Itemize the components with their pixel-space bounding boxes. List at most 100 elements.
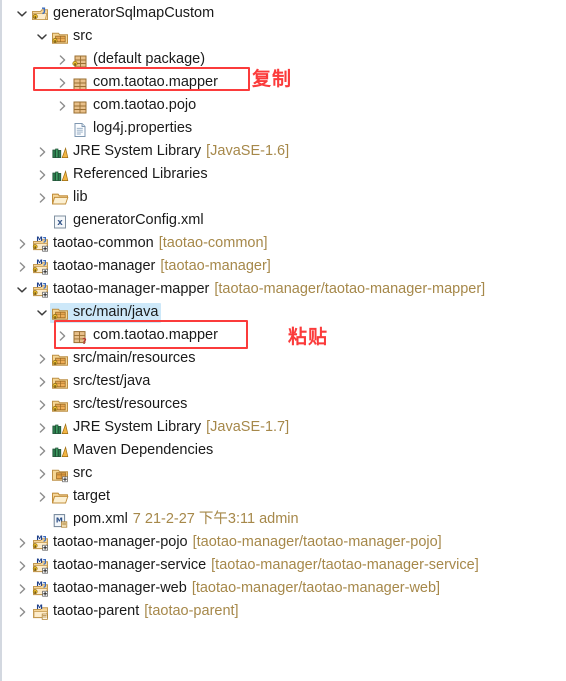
svg-text:x: x bbox=[57, 218, 63, 228]
tree-row[interactable]: Mtaotao-manager-mapper [taotao-manager/ta… bbox=[2, 278, 566, 301]
chevron-right-icon[interactable] bbox=[34, 462, 50, 485]
tree-row-label: taotao-parent bbox=[53, 603, 140, 619]
tree-row-content[interactable]: Mtaotao-manager-web [taotao-manager/taota… bbox=[30, 579, 443, 599]
tree-row-meta: [taotao-manager/taotao-manager-service] bbox=[211, 557, 479, 573]
tree-row[interactable]: JRE System Library [JavaSE-1.6] bbox=[2, 140, 566, 163]
chevron-right-icon[interactable] bbox=[54, 324, 70, 347]
chevron-right-icon[interactable] bbox=[34, 439, 50, 462]
tree-row-content[interactable]: src/test/resources bbox=[50, 395, 190, 415]
tree-row-content[interactable]: src/main/resources bbox=[50, 349, 198, 369]
tree-row-content[interactable]: com.taotao.mapper bbox=[70, 73, 221, 93]
tree-row-content[interactable]: src bbox=[50, 27, 95, 47]
properties-file-icon bbox=[71, 120, 89, 138]
chevron-right-icon[interactable] bbox=[14, 255, 30, 278]
chevron-right-icon[interactable] bbox=[54, 71, 70, 94]
tree-row[interactable]: Mtaotao-manager-service [taotao-manager/t… bbox=[2, 554, 566, 577]
chevron-down-icon[interactable] bbox=[34, 301, 50, 324]
chevron-right-icon[interactable] bbox=[14, 600, 30, 623]
tree-row[interactable]: JRE System Library [JavaSE-1.7] bbox=[2, 416, 566, 439]
tree-row-content[interactable]: Mpom.xml 7 21-2-27 下午3:11 admin bbox=[50, 510, 302, 530]
tree-row-content[interactable]: ? com.taotao.mapper bbox=[70, 326, 221, 346]
tree-row[interactable]: target bbox=[2, 485, 566, 508]
tree-row[interactable]: Mtaotao-manager [taotao-manager] bbox=[2, 255, 566, 278]
tree-row[interactable]: Maven Dependencies bbox=[2, 439, 566, 462]
tree-row[interactable]: src bbox=[2, 25, 566, 48]
tree-row-meta: [taotao-manager/taotao-manager-web] bbox=[191, 580, 441, 596]
tree-row[interactable]: com.taotao.pojo bbox=[2, 94, 566, 117]
tree-row-label: JRE System Library bbox=[73, 419, 202, 435]
tree-row-content[interactable]: Mtaotao-common [taotao-common] bbox=[30, 234, 271, 254]
tree-row-content[interactable]: (default package) bbox=[70, 50, 208, 70]
tree-row[interactable]: Mpom.xml 7 21-2-27 下午3:11 admin bbox=[2, 508, 566, 531]
tree-row[interactable]: generatorSqlmapCustom bbox=[2, 2, 566, 25]
tree-row-content[interactable]: src/main/java bbox=[50, 302, 162, 323]
tree-row-content[interactable]: target bbox=[50, 487, 113, 507]
chevron-right-icon[interactable] bbox=[34, 485, 50, 508]
tree-row-meta: [taotao-common] bbox=[158, 235, 268, 251]
chevron-down-icon[interactable] bbox=[14, 2, 30, 25]
tree-row[interactable]: src/main/java bbox=[2, 301, 566, 324]
java-project-icon bbox=[31, 5, 49, 23]
tree-row-content[interactable]: JRE System Library [JavaSE-1.6] bbox=[50, 142, 292, 162]
chevron-right-icon[interactable] bbox=[34, 186, 50, 209]
chevron-right-icon[interactable] bbox=[14, 577, 30, 600]
tree-row[interactable]: x generatorConfig.xml bbox=[2, 209, 566, 232]
chevron-right-icon[interactable] bbox=[34, 393, 50, 416]
tree-row-content[interactable]: JRE System Library [JavaSE-1.7] bbox=[50, 418, 292, 438]
chevron-right-icon[interactable] bbox=[54, 48, 70, 71]
tree-row-content[interactable]: Mtaotao-manager-pojo [taotao-manager/taot… bbox=[30, 533, 445, 553]
tree-row-content[interactable]: Maven Dependencies bbox=[50, 441, 216, 461]
tree-row-content[interactable]: src bbox=[50, 464, 95, 484]
tree-row[interactable]: Mtaotao-manager-pojo [taotao-manager/taot… bbox=[2, 531, 566, 554]
source-folder-plain-icon bbox=[51, 465, 69, 483]
tree-row[interactable]: src/main/resources bbox=[2, 347, 566, 370]
svg-text:?: ? bbox=[82, 337, 87, 346]
tree-row[interactable]: Mtaotao-parent [taotao-parent] bbox=[2, 600, 566, 623]
tree-row-content[interactable]: Referenced Libraries bbox=[50, 165, 211, 185]
maven-project-icon: M bbox=[31, 557, 49, 575]
chevron-right-icon[interactable] bbox=[34, 370, 50, 393]
tree-row[interactable]: Mtaotao-manager-web [taotao-manager/taota… bbox=[2, 577, 566, 600]
tree-row-label: pom.xml bbox=[73, 511, 128, 527]
tree-row-meta: [taotao-manager] bbox=[160, 258, 271, 274]
chevron-down-icon[interactable] bbox=[14, 278, 30, 301]
tree-row[interactable]: ? com.taotao.mapper bbox=[2, 324, 566, 347]
chevron-right-icon[interactable] bbox=[34, 163, 50, 186]
svg-text:M: M bbox=[36, 558, 42, 565]
chevron-right-icon[interactable] bbox=[14, 554, 30, 577]
chevron-right-icon[interactable] bbox=[54, 94, 70, 117]
tree-row-meta: 7 21-2-27 下午3:11 admin bbox=[132, 511, 299, 527]
tree-row-content[interactable]: Mtaotao-manager-mapper [taotao-manager/ta… bbox=[30, 280, 488, 300]
tree-row-content[interactable]: lib bbox=[50, 188, 91, 208]
chevron-right-icon[interactable] bbox=[34, 347, 50, 370]
maven-parent-icon: M bbox=[31, 603, 49, 621]
library-icon bbox=[51, 143, 69, 161]
package-explorer-tree[interactable]: generatorSqlmapCustom src (default package… bbox=[0, 0, 566, 681]
tree-row[interactable]: src/test/resources bbox=[2, 393, 566, 416]
chevron-right-icon[interactable] bbox=[14, 531, 30, 554]
tree-row[interactable]: src bbox=[2, 462, 566, 485]
tree-row-label: generatorConfig.xml bbox=[73, 212, 204, 228]
svg-text:M: M bbox=[36, 535, 42, 542]
tree-row-content[interactable]: Mtaotao-manager [taotao-manager] bbox=[30, 257, 274, 277]
tree-row-content[interactable]: x generatorConfig.xml bbox=[50, 211, 207, 231]
tree-row-content[interactable]: com.taotao.pojo bbox=[70, 96, 199, 116]
tree-row-content[interactable]: generatorSqlmapCustom bbox=[30, 4, 217, 24]
tree-row[interactable]: Mtaotao-common [taotao-common] bbox=[2, 232, 566, 255]
chevron-right-icon[interactable] bbox=[14, 232, 30, 255]
tree-row[interactable]: src/test/java bbox=[2, 370, 566, 393]
tree-row-label: com.taotao.pojo bbox=[93, 97, 197, 113]
chevron-down-icon[interactable] bbox=[34, 25, 50, 48]
library-icon bbox=[51, 419, 69, 437]
chevron-right-icon[interactable] bbox=[34, 140, 50, 163]
tree-row-content[interactable]: Mtaotao-manager-service [taotao-manager/t… bbox=[30, 556, 482, 576]
tree-row[interactable]: lib bbox=[2, 186, 566, 209]
tree-row[interactable]: log4j.properties bbox=[2, 117, 566, 140]
tree-row-content[interactable]: Mtaotao-parent [taotao-parent] bbox=[30, 602, 242, 622]
tree-row-content[interactable]: log4j.properties bbox=[70, 119, 195, 139]
tree-row-label: lib bbox=[73, 189, 88, 205]
tree-row-content[interactable]: src/test/java bbox=[50, 372, 153, 392]
chevron-right-icon[interactable] bbox=[34, 416, 50, 439]
package-icon bbox=[71, 97, 89, 115]
tree-row[interactable]: Referenced Libraries bbox=[2, 163, 566, 186]
